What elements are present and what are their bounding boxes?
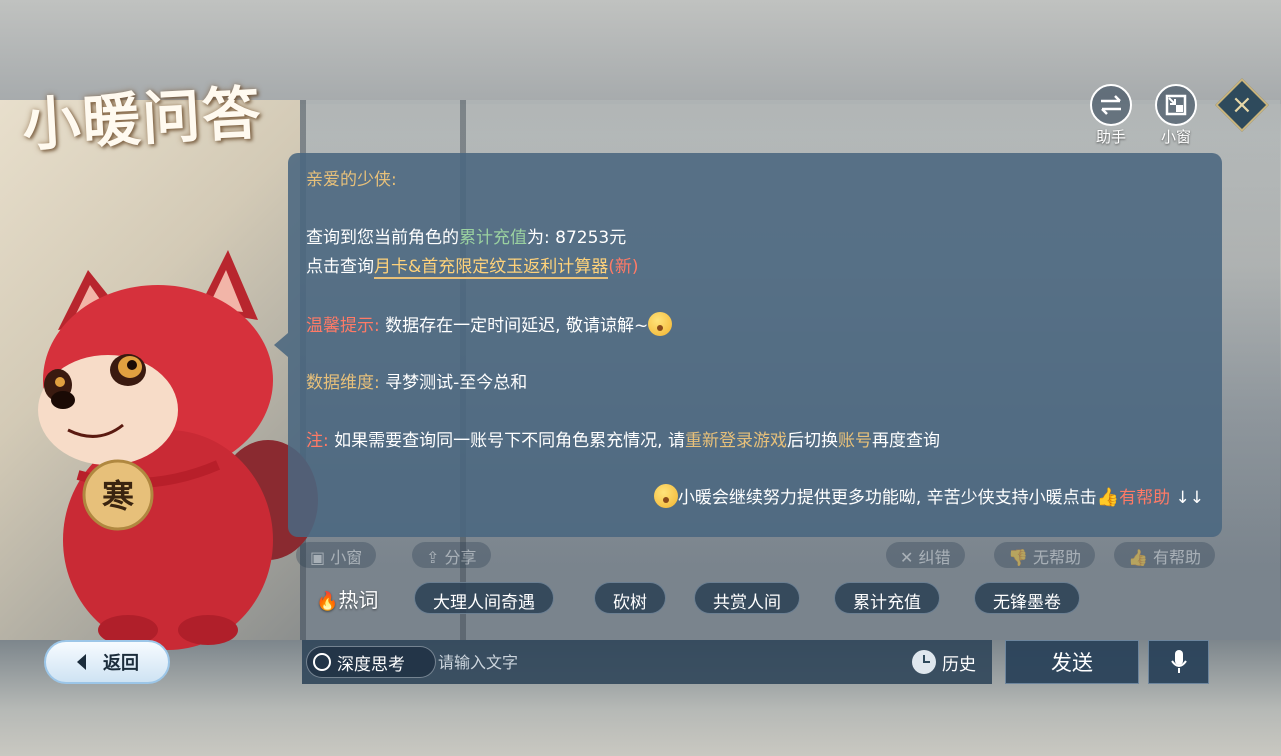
tip-label: 温馨提示: — [306, 316, 380, 336]
mini-window-button[interactable]: 小窗 — [1154, 84, 1198, 147]
microphone-button[interactable] — [1148, 640, 1209, 684]
deep-think-label: 深度思考 — [337, 654, 405, 675]
note-text-1: 如果需要查询同一账号下不同角色累充情况, 请 — [334, 431, 685, 451]
dimension-text: 寻梦测试-至今总和 — [385, 373, 528, 393]
recharge-line: 查询到您当前角色的累计充值为: 87253元 — [306, 223, 626, 248]
down-arrows: ↓↓ — [1175, 488, 1205, 508]
back-arrow-icon — [77, 654, 86, 670]
recharge-prefix: 查询到您当前角色的 — [306, 228, 459, 248]
tip-line: 温馨提示: 数据存在一定时间延迟, 敬请谅解~ — [306, 311, 673, 336]
hot-word-chip[interactable]: 无锋墨卷 — [974, 582, 1080, 614]
feedback-row: ▣ 小窗 ⇪ 分享 ✕ 纠错 👎 无帮助 👍 有帮助 — [0, 542, 1281, 568]
tip-text: 数据存在一定时间延迟, 敬请谅解~ — [385, 316, 649, 336]
assistant-label: 助手 — [1095, 128, 1126, 146]
app-title: 小暖问答 — [20, 78, 264, 160]
calculator-prefix: 点击查询 — [306, 257, 374, 277]
dimension-label: 数据维度: — [306, 373, 380, 393]
flame-icon: 🔥 — [316, 591, 339, 612]
footer-text: 小暖会继续努力提供更多功能呦, 辛苦少侠支持小暖点击 — [677, 488, 1097, 508]
surprised-emoji-icon — [648, 312, 673, 336]
mini-window-label: 小窗 — [1160, 128, 1191, 146]
back-button[interactable]: 返回 — [44, 640, 170, 684]
new-tag: (新) — [608, 257, 639, 277]
thumbs-up-icon: 👍 — [1096, 487, 1120, 508]
answer-bubble: 亲爱的少侠: 查询到您当前角色的累计充值为: 87253元 点击查询月卡&首充限… — [274, 153, 1222, 537]
send-button[interactable]: 发送 — [1005, 640, 1139, 684]
mascot-badge-text: 寒 — [102, 477, 134, 515]
not-helpful-button[interactable]: 👎 无帮助 — [994, 542, 1096, 568]
helpful-button[interactable]: 👍 有帮助 — [1114, 542, 1216, 568]
hot-word-chip[interactable]: 累计充值 — [834, 582, 940, 614]
hot-word-chip[interactable]: 共赏人间 — [694, 582, 800, 614]
microphone-icon — [1170, 650, 1187, 673]
back-label: 返回 — [103, 653, 139, 674]
share-button[interactable]: ⇪ 分享 — [412, 542, 491, 568]
radio-ring-icon — [313, 653, 331, 671]
close-diamond-icon: × — [1231, 89, 1253, 120]
swap-arrows-icon — [1090, 84, 1132, 126]
footer-line: 小暖会继续努力提供更多功能呦, 辛苦少侠支持小暖点击👍有帮助 ↓↓ — [653, 483, 1205, 508]
note-line: 注: 如果需要查询同一账号下不同角色累充情况, 请重新登录游戏后切换账号再度查询 — [306, 426, 940, 451]
feedback-mini-window-button[interactable]: ▣ 小窗 — [296, 542, 377, 568]
correct-button[interactable]: ✕ 纠错 — [886, 542, 965, 568]
mascot-dog-image: 寒 — [38, 250, 318, 650]
calculator-line: 点击查询月卡&首充限定纹玉返利计算器(新) — [306, 252, 639, 279]
assistant-button[interactable]: 助手 — [1089, 84, 1133, 147]
calculator-link[interactable]: 月卡&首充限定纹玉返利计算器 — [374, 257, 609, 279]
surprised-emoji-icon — [653, 484, 678, 508]
message-input[interactable] — [438, 648, 898, 676]
dimension-line: 数据维度: 寻梦测试-至今总和 — [306, 368, 527, 393]
helpful-link[interactable]: 有帮助 — [1119, 488, 1170, 508]
note-text-2: 后切换 — [786, 431, 838, 451]
recharge-amount: 为: 87253元 — [527, 228, 627, 248]
recharge-highlight: 累计充值 — [459, 228, 527, 248]
hot-word-chip[interactable]: 砍树 — [594, 582, 666, 614]
hot-word-chip[interactable]: 大理人间奇遇 — [414, 582, 554, 614]
hot-words-label: 🔥热词 — [316, 588, 379, 612]
relogin-link[interactable]: 重新登录游戏 — [685, 431, 787, 451]
history-label: 历史 — [942, 654, 976, 675]
account-link[interactable]: 账号 — [838, 431, 872, 451]
deep-think-toggle[interactable]: 深度思考 — [306, 646, 436, 678]
history-button[interactable]: 历史 — [912, 648, 976, 676]
mini-window-icon — [1155, 84, 1197, 126]
note-label: 注: — [306, 431, 329, 451]
note-text-3: 再度查询 — [871, 431, 940, 451]
clock-icon — [912, 650, 936, 674]
greeting-text: 亲爱的少侠: — [306, 170, 397, 190]
